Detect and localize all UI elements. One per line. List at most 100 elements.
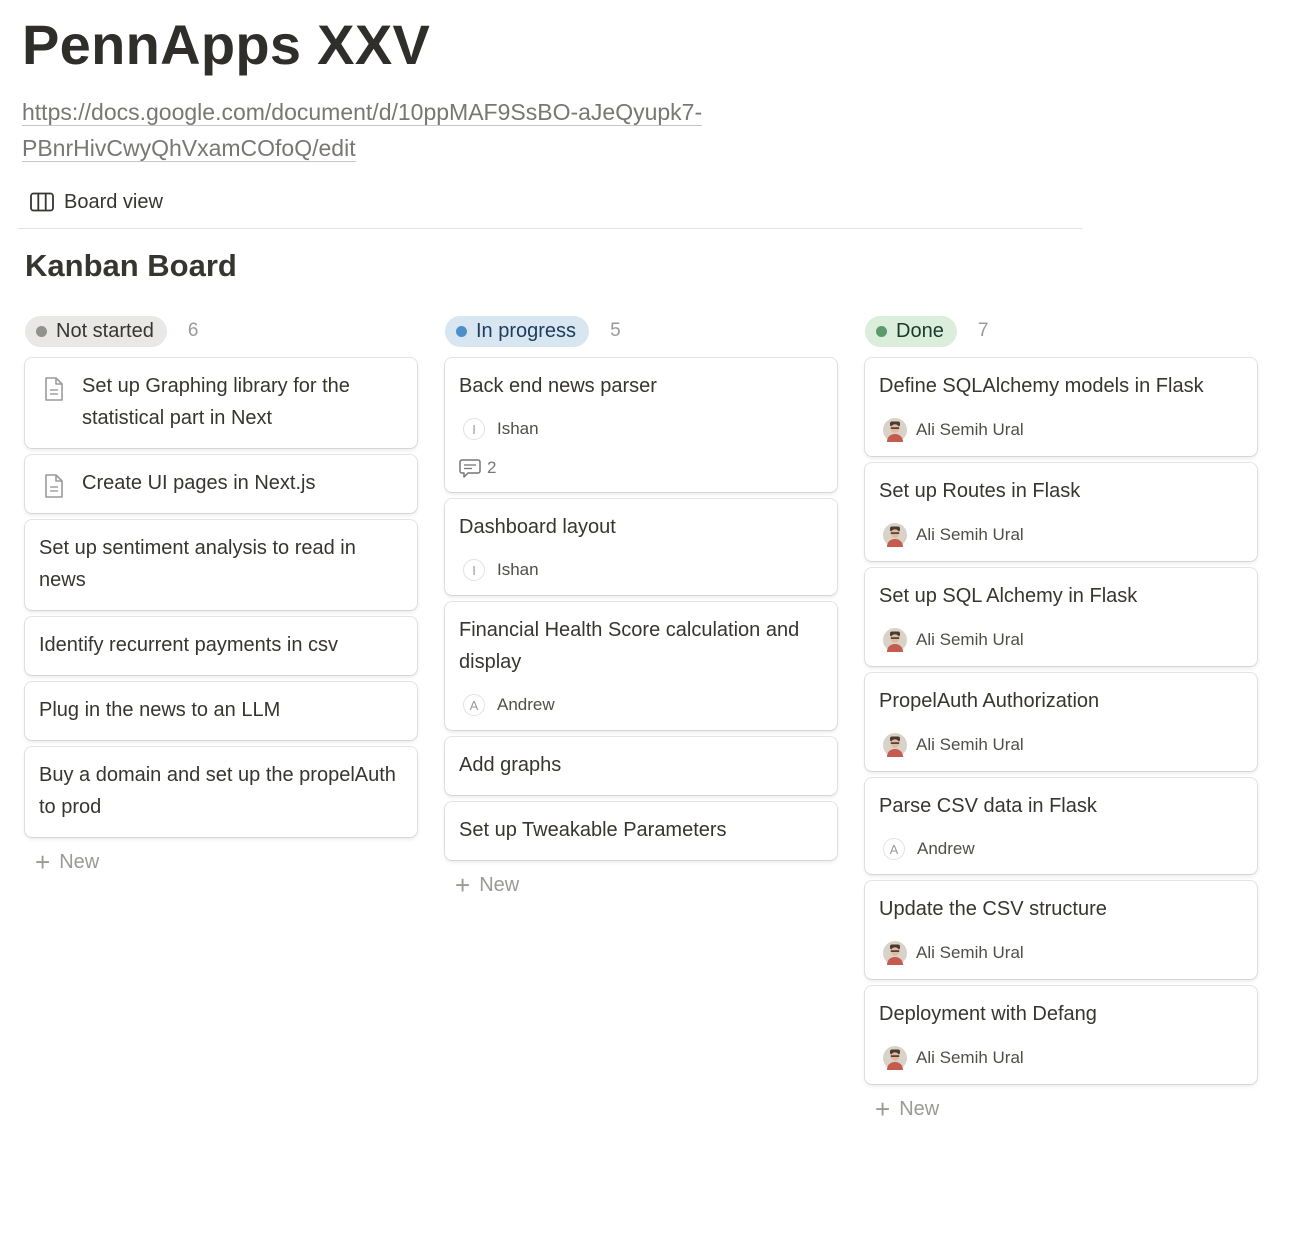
kanban-card[interactable]: Update the CSV structure Ali Semih Ural: [865, 881, 1257, 979]
new-card-label: New: [59, 850, 100, 873]
card-comments[interactable]: 2: [459, 458, 823, 478]
card-title: Back end news parser: [459, 375, 657, 397]
kanban-card[interactable]: Add graphs: [445, 737, 837, 795]
card-title-row: Back end news parser: [459, 374, 823, 402]
plus-icon: +: [455, 870, 471, 900]
kanban-card[interactable]: Set up SQL Alchemy in Flask Ali Semih Ura…: [865, 568, 1257, 666]
card-assignee[interactable]: I Ishan: [459, 559, 823, 581]
card-title-row: Dashboard layout: [459, 515, 823, 543]
user-avatar-photo: [883, 733, 907, 757]
card-title: Create UI pages in Next.js: [82, 472, 316, 494]
card-assignee[interactable]: Ali Semih Ural: [879, 628, 1243, 652]
comment-icon: [459, 459, 481, 478]
card-assignee[interactable]: I Ishan: [459, 418, 823, 440]
kanban-card[interactable]: Set up sentiment analysis to read in new…: [25, 520, 417, 610]
kanban-card[interactable]: Set up Tweakable Parameters: [445, 802, 837, 860]
card-title: Add graphs: [459, 754, 562, 776]
plus-icon: +: [35, 847, 51, 877]
card-title-row: Define SQLAlchemy models in Flask: [879, 374, 1243, 402]
status-pill[interactable]: Done: [865, 315, 957, 347]
new-card-button[interactable]: + New: [865, 1091, 1257, 1127]
assignee-name: Ali Semih Ural: [916, 735, 1024, 754]
card-title: Dashboard layout: [459, 516, 616, 538]
card-title: Set up SQL Alchemy in Flask: [879, 585, 1138, 607]
kanban-card[interactable]: Back end news parser I Ishan 2: [445, 358, 837, 492]
card-assignee[interactable]: A Andrew: [459, 694, 823, 716]
new-card-button[interactable]: + New: [445, 867, 837, 903]
kanban-card[interactable]: PropelAuth Authorization Ali Semih Ural: [865, 673, 1257, 771]
assignee-name: Ishan: [497, 560, 539, 579]
board-column-not-started: Not started 6 Set up Graphing library for …: [25, 314, 417, 880]
card-title: Deployment with Defang: [879, 1003, 1097, 1025]
user-avatar-initial: I: [463, 559, 485, 581]
user-avatar-initial: A: [883, 838, 905, 860]
page-url-link[interactable]: https://docs.google.com/document/d/10ppM…: [22, 94, 782, 166]
assignee-name: Andrew: [497, 695, 555, 714]
status-dot: [36, 325, 47, 337]
column-header: Not started 6: [25, 314, 417, 348]
page-url-line2[interactable]: PBnrHivCwyQhVxamCOfoQ/edit: [22, 135, 356, 162]
plus-icon: +: [875, 1094, 891, 1124]
kanban-card[interactable]: Deployment with Defang Ali Semih Ural: [865, 986, 1257, 1084]
kanban-card[interactable]: Set up Routes in Flask Ali Semih Ural: [865, 463, 1257, 561]
board-view-tab[interactable]: Board view: [30, 186, 163, 218]
user-avatar-photo: [883, 941, 907, 965]
card-title: Set up Graphing library for the statisti…: [82, 375, 350, 429]
kanban-card[interactable]: Plug in the news to an LLM: [25, 682, 417, 740]
assignee-name: Ali Semih Ural: [916, 420, 1024, 439]
card-assignee[interactable]: Ali Semih Ural: [879, 418, 1243, 442]
new-card-button[interactable]: + New: [25, 844, 417, 880]
card-title-row: Plug in the news to an LLM: [39, 698, 403, 726]
card-title-row: PropelAuth Authorization: [879, 689, 1243, 717]
kanban-card[interactable]: Define SQLAlchemy models in Flask Ali Sem…: [865, 358, 1257, 456]
card-assignee[interactable]: A Andrew: [879, 838, 1243, 860]
user-avatar-initial: A: [463, 694, 485, 716]
new-card-label: New: [899, 1097, 940, 1120]
card-title: Identify recurrent payments in csv: [39, 634, 339, 656]
card-title: Set up sentiment analysis to read in new…: [39, 537, 356, 591]
card-assignee[interactable]: Ali Semih Ural: [879, 523, 1243, 547]
status-label: In progress: [476, 319, 577, 342]
view-divider: [18, 228, 1082, 229]
kanban-card[interactable]: Dashboard layout I Ishan: [445, 499, 837, 595]
card-title-row: Financial Health Score calculation and d…: [459, 618, 823, 678]
assignee-name: Ali Semih Ural: [916, 1048, 1024, 1067]
card-title: Plug in the news to an LLM: [39, 699, 281, 721]
kanban-card[interactable]: Create UI pages in Next.js: [25, 455, 417, 513]
status-dot: [456, 325, 467, 337]
card-title-row: Deployment with Defang: [879, 1002, 1243, 1030]
kanban-card[interactable]: Identify recurrent payments in csv: [25, 617, 417, 675]
kanban-card[interactable]: Set up Graphing library for the statisti…: [25, 358, 417, 448]
page-url-line1[interactable]: https://docs.google.com/document/d/10ppM…: [22, 99, 703, 126]
card-assignee[interactable]: Ali Semih Ural: [879, 1046, 1243, 1070]
kanban-card[interactable]: Financial Health Score calculation and d…: [445, 602, 837, 730]
column-count: 6: [187, 320, 199, 341]
card-title: Set up Tweakable Parameters: [459, 819, 727, 841]
user-avatar-photo: [883, 1046, 907, 1070]
card-title-row: Set up SQL Alchemy in Flask: [879, 584, 1243, 612]
document-icon: [45, 377, 63, 401]
user-avatar-photo: [883, 523, 907, 547]
status-pill[interactable]: Not started: [25, 315, 167, 347]
card-title: PropelAuth Authorization: [879, 690, 1100, 712]
card-assignee[interactable]: Ali Semih Ural: [879, 941, 1243, 965]
card-title-row: Set up sentiment analysis to read in new…: [39, 536, 403, 596]
card-assignee[interactable]: Ali Semih Ural: [879, 733, 1243, 757]
column-count: 7: [977, 320, 989, 341]
status-pill[interactable]: In progress: [445, 315, 590, 347]
card-title-row: Set up Tweakable Parameters: [459, 818, 823, 846]
card-title-row: Update the CSV structure: [879, 897, 1243, 925]
kanban-card[interactable]: Buy a domain and set up the propelAuth t…: [25, 747, 417, 837]
assignee-name: Ishan: [497, 419, 539, 438]
page-title: PennApps XXV: [22, 13, 431, 76]
column-header: Done 7: [865, 314, 1257, 348]
card-title: Financial Health Score calculation and d…: [459, 619, 800, 673]
board-columns-icon: [30, 192, 54, 212]
assignee-name: Ali Semih Ural: [916, 525, 1024, 544]
card-title: Set up Routes in Flask: [879, 480, 1081, 502]
card-title-row: Set up Graphing library for the statisti…: [39, 374, 403, 434]
kanban-card[interactable]: Parse CSV data in Flask A Andrew: [865, 778, 1257, 874]
card-title: Define SQLAlchemy models in Flask: [879, 375, 1204, 397]
card-title-row: Create UI pages in Next.js: [39, 471, 403, 499]
card-title-row: Add graphs: [459, 753, 823, 781]
